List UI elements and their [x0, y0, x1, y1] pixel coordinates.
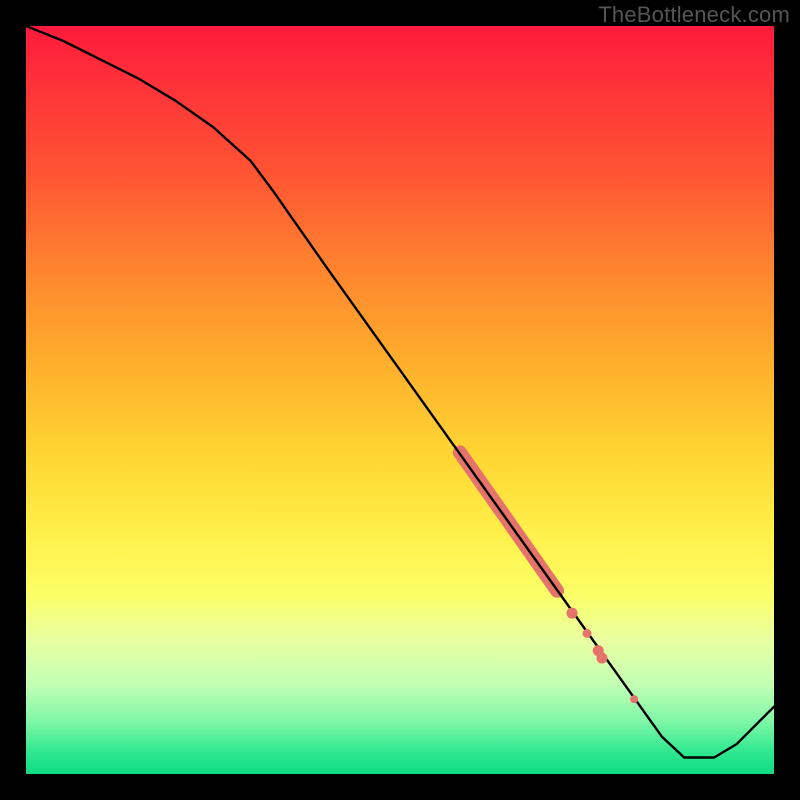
highlight-point: [567, 608, 578, 619]
main-curve: [26, 26, 774, 758]
chart-frame: TheBottleneck.com: [0, 0, 800, 800]
watermark-text: TheBottleneck.com: [598, 2, 790, 28]
chart-svg: [26, 26, 774, 774]
highlight-point: [596, 653, 607, 664]
plot-area: [26, 26, 774, 774]
highlight-point: [583, 629, 592, 638]
highlight-point: [630, 695, 638, 703]
